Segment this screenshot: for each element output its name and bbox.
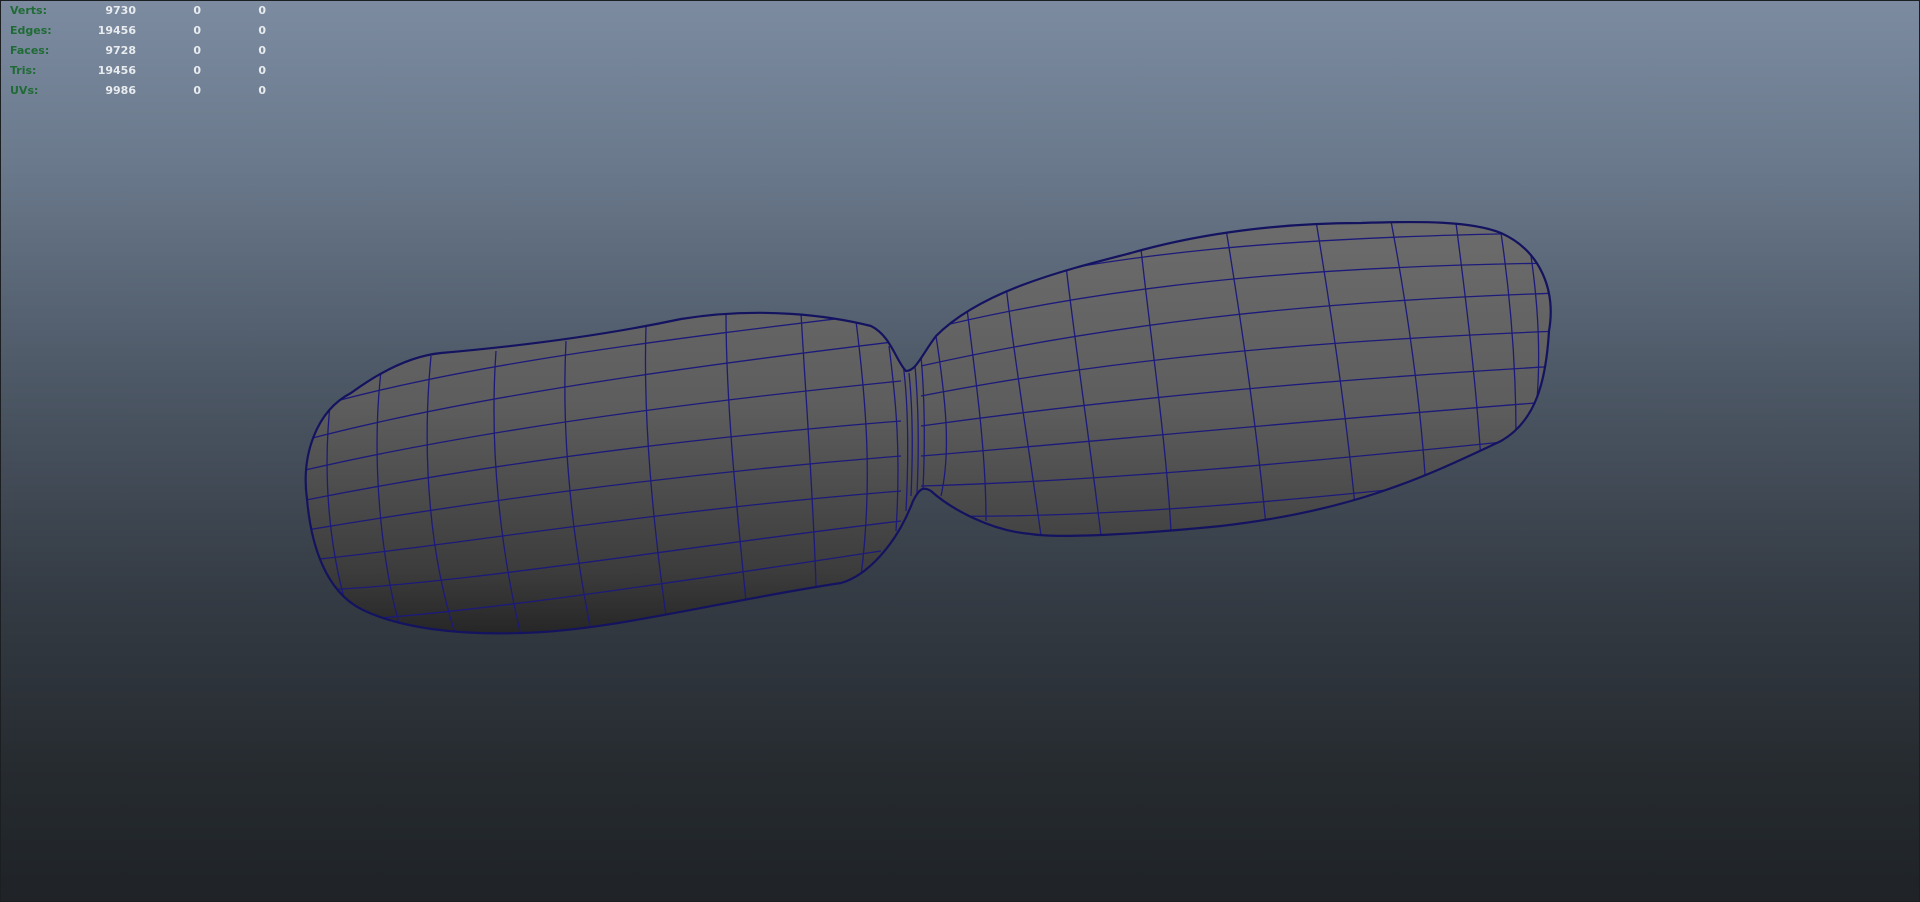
mesh-surface: [305, 222, 1551, 634]
3d-viewport[interactable]: Verts: 9730 0 0 Edges: 19456 0 0 Faces: …: [0, 0, 1920, 902]
peanut-mesh-model[interactable]: [1, 1, 1920, 902]
